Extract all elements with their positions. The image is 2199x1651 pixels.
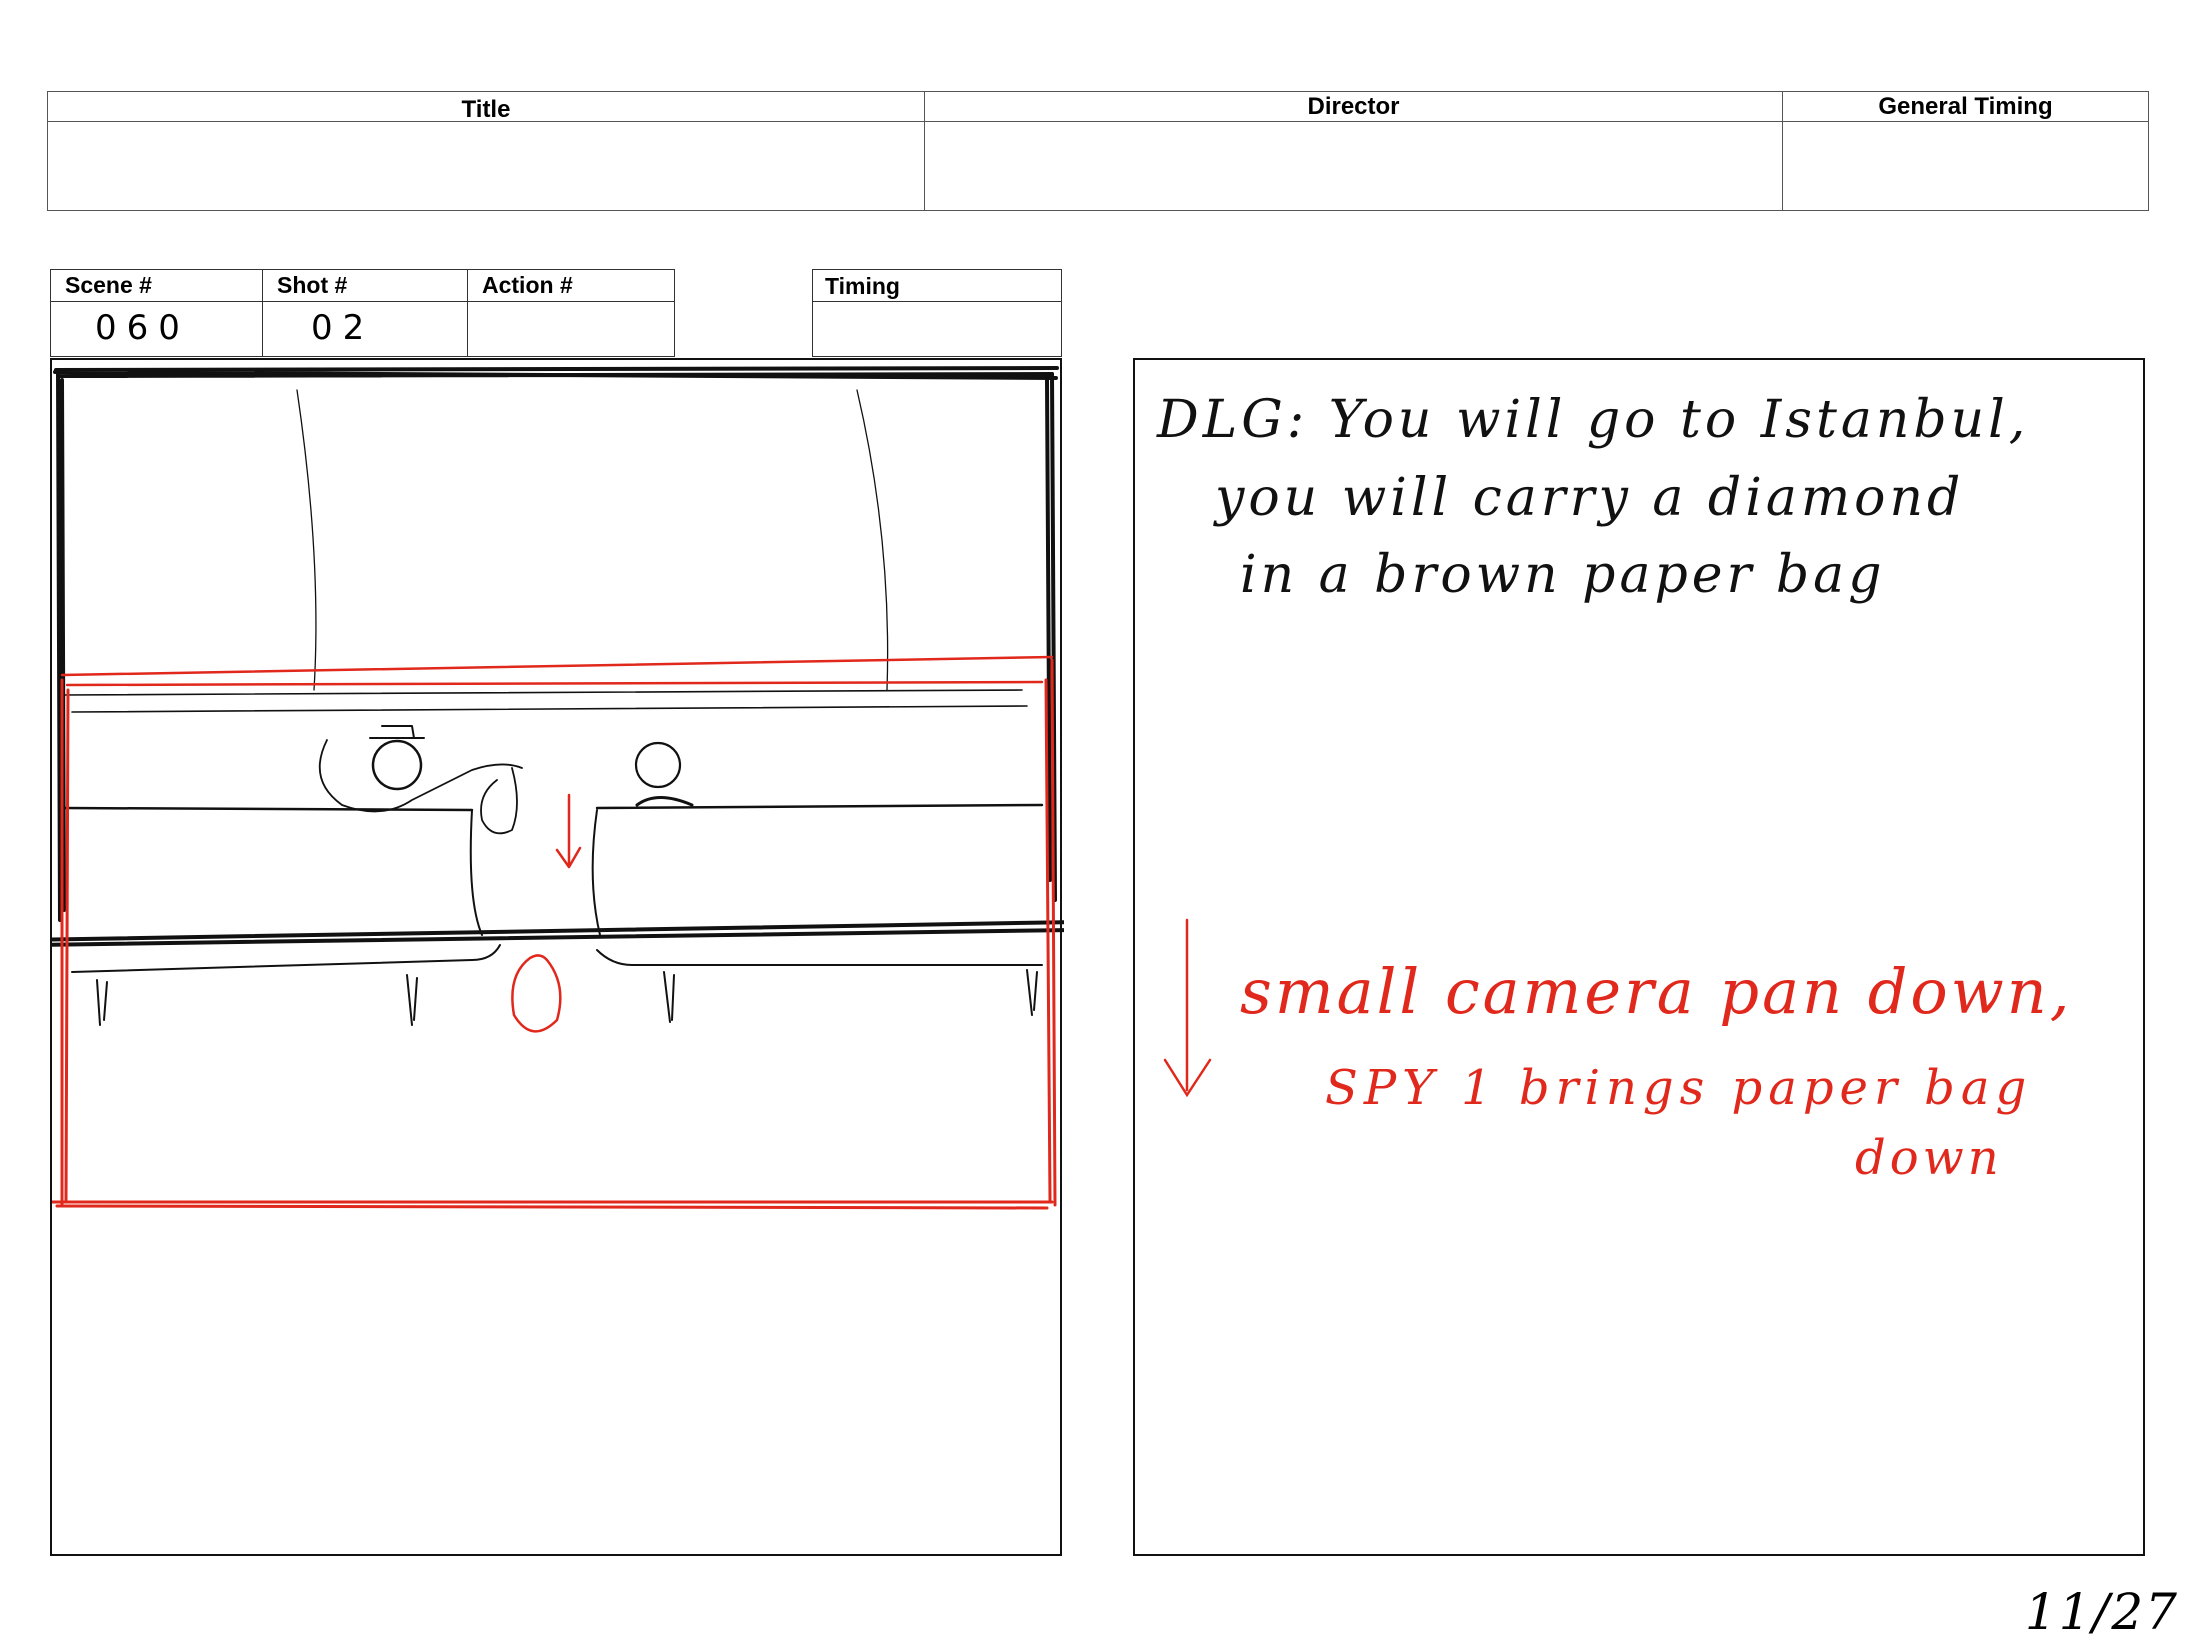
counter-top bbox=[62, 803, 1044, 812]
camera-note-line-3: down bbox=[1855, 1130, 2003, 1186]
floor-line bbox=[52, 920, 1064, 947]
scene-cell: Scene # 060 bbox=[51, 270, 263, 356]
action-cell: Action # bbox=[468, 270, 674, 356]
camera-down-arrow-icon bbox=[1163, 918, 1212, 1098]
notes-panel: DLG: You will go to Istanbul, you will c… bbox=[1133, 358, 2145, 1556]
camera-note-line-2: SPY 1 brings paper bag bbox=[1325, 1060, 2033, 1116]
header-table: Title Director General Timing bbox=[47, 91, 2149, 211]
scene-header: Scene # bbox=[51, 270, 262, 302]
dialogue-line-2: you will carry a diamond bbox=[1215, 468, 1965, 528]
wall-line bbox=[61, 689, 1028, 713]
timing-header: Timing bbox=[813, 270, 1061, 302]
camera-note-line-1: small camera pan down, bbox=[1240, 955, 2073, 1028]
title-cell: Title bbox=[48, 92, 925, 210]
scene-value: 060 bbox=[95, 308, 190, 348]
spy-2-shoulders bbox=[635, 796, 694, 807]
spy-2-head bbox=[634, 741, 682, 789]
storyboard-sketch bbox=[52, 366, 1064, 1210]
title-header: Title bbox=[48, 92, 924, 123]
sketch-top-border bbox=[53, 366, 1059, 380]
paper-bag-sketch bbox=[480, 767, 518, 835]
camera-frame-top bbox=[60, 655, 1054, 687]
counter-edge bbox=[469, 809, 601, 936]
camera-frame-bottom bbox=[52, 1200, 1054, 1210]
page-number: 11/27 bbox=[2024, 1583, 2179, 1641]
general-timing-cell: General Timing bbox=[1783, 92, 2148, 210]
paper-bag-red bbox=[511, 954, 562, 1033]
pan-down-arrow bbox=[555, 793, 582, 869]
shot-info-table: Scene # 060 Shot # 02 Action # bbox=[50, 269, 675, 357]
shot-cell: Shot # 02 bbox=[263, 270, 468, 356]
spy-1-hat bbox=[369, 725, 425, 739]
timing-box: Timing bbox=[812, 269, 1062, 357]
background-curve-right bbox=[856, 389, 889, 691]
director-cell: Director bbox=[925, 92, 1783, 210]
spy-1-body bbox=[318, 739, 523, 813]
action-header: Action # bbox=[468, 270, 674, 302]
sketch-panel bbox=[50, 358, 1064, 1556]
spy-1-head bbox=[371, 739, 423, 791]
dialogue-line-1: DLG: You will go to Istanbul, bbox=[1157, 390, 2030, 450]
bench-legs bbox=[96, 969, 1038, 1026]
shot-header: Shot # bbox=[263, 270, 467, 302]
background-curve-left bbox=[296, 389, 317, 691]
dialogue-line-3: in a brown paper bag bbox=[1240, 545, 1886, 605]
director-header: Director bbox=[925, 92, 1782, 122]
bench-bottom bbox=[71, 944, 1043, 973]
shot-value: 02 bbox=[311, 308, 375, 348]
general-timing-header: General Timing bbox=[1783, 92, 2148, 122]
